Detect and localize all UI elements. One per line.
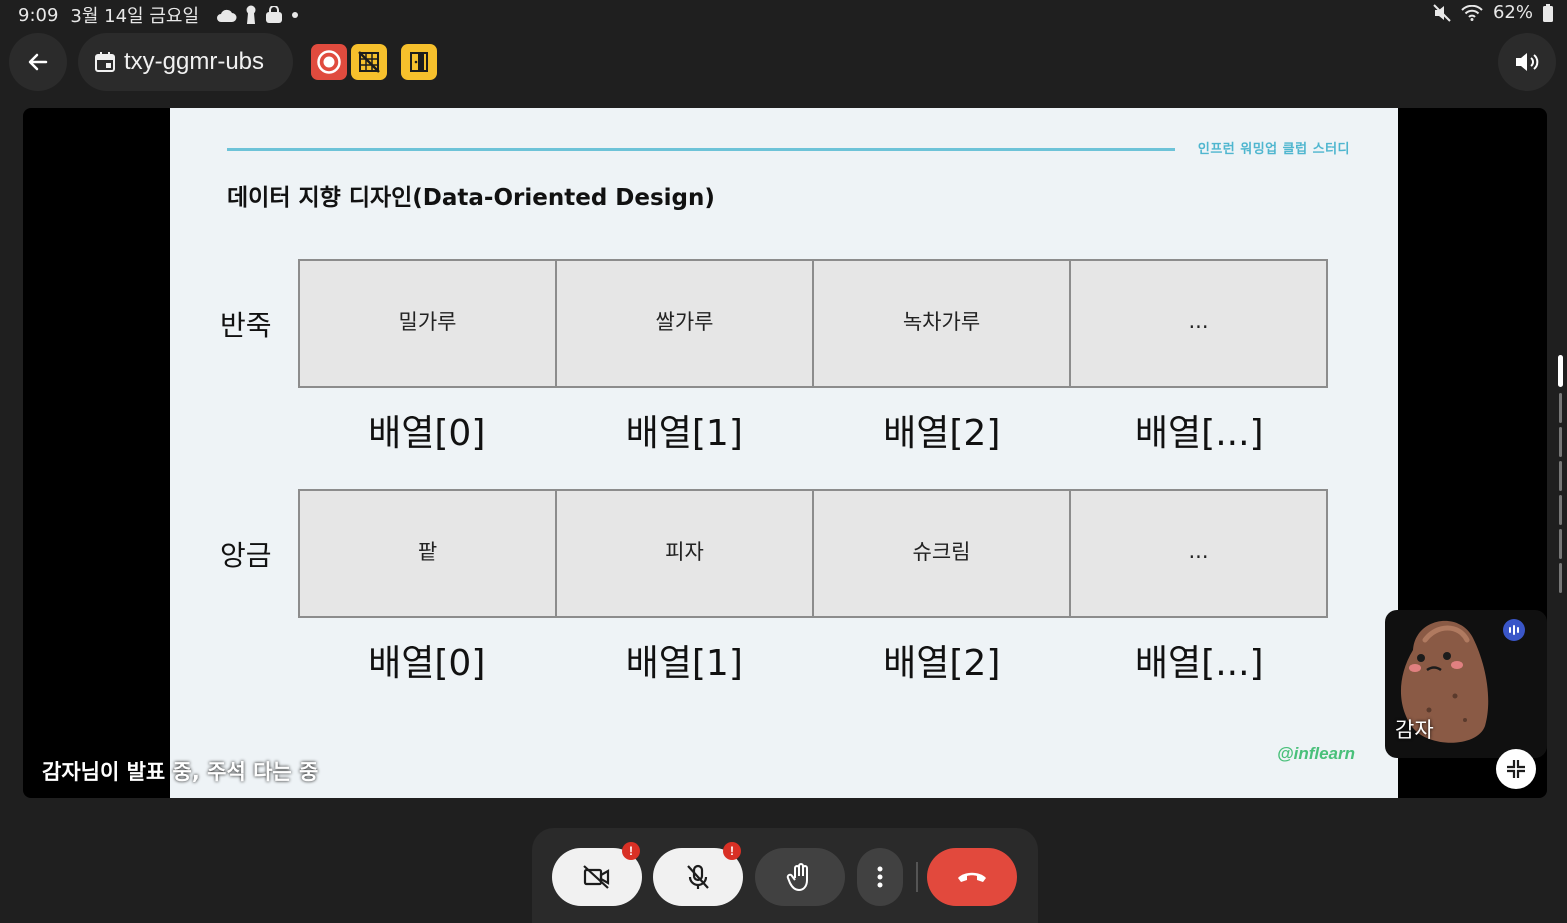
speaker-button[interactable] (1498, 33, 1556, 91)
slide-tag: 인프런 워밍업 클럽 스터디 (1197, 142, 1350, 157)
arrow-left-icon (28, 53, 48, 71)
audio-bar (1509, 627, 1511, 633)
hang-up-icon (958, 872, 986, 882)
array-index-label: 배열[0] (368, 643, 486, 684)
camera-off-icon (583, 865, 610, 889)
status-time: 9:09 (18, 4, 59, 26)
scrollbar-segment (1559, 495, 1562, 525)
bag-icon (266, 6, 283, 23)
volume-icon (1516, 53, 1539, 71)
meeting-code: txy-ggmr-ubs (124, 48, 265, 75)
array-index-label: 배열[2] (883, 413, 1001, 454)
meeting-info-button[interactable]: txy-ggmr-ubs (78, 33, 293, 91)
end-call-button[interactable] (927, 848, 1017, 906)
cloud-icon (217, 9, 237, 22)
mic-toggle-button[interactable]: ! (653, 842, 743, 906)
array-cell: 팥 (300, 491, 557, 616)
wifi-icon (1461, 4, 1483, 21)
array-index-label: 배열[1] (625, 643, 743, 684)
array-index-label: 배열[1] (625, 413, 743, 454)
array-index-label: 배열[...] (1134, 643, 1264, 684)
index-row-filling: 배열[0] 배열[1] 배열[2] 배열[...] (298, 634, 1328, 686)
audio-bar (1517, 627, 1519, 633)
breakout-badge[interactable] (401, 44, 437, 80)
scrollbar-segment (1559, 393, 1562, 423)
inflearn-logo: @inflearn (1277, 744, 1355, 763)
slide-title: 데이터 지향 디자인(Data-Oriented Design) (227, 185, 715, 211)
presentation-stage: 인프런 워밍업 클럽 스터디 데이터 지향 디자인(Data-Oriented … (23, 108, 1547, 798)
array-row-filling: 팥 피자 슈크림 ... (298, 489, 1328, 618)
scrollbar-segment (1559, 461, 1562, 491)
camera-alert-badge: ! (622, 842, 640, 860)
camera-toggle-button[interactable]: ! (552, 842, 642, 906)
collapse-self-view-button[interactable] (1496, 749, 1536, 789)
array-cell: ... (1188, 308, 1209, 333)
array-cell: 밀가루 (300, 261, 557, 386)
array-cell: 녹차가루 (814, 261, 1071, 386)
call-controls: ! ! (532, 828, 1038, 923)
array-cell: 쌀가루 (557, 261, 814, 386)
hand-icon (786, 863, 808, 891)
status-right: 62% (1433, 2, 1553, 23)
mic-alert-badge: ! (723, 842, 741, 860)
controls-divider (916, 862, 918, 892)
keyhole-icon (246, 5, 256, 24)
array-cell: 슈크림 (814, 491, 1071, 616)
status-left: 9:09 3월 14일 금요일 (18, 2, 299, 28)
shared-slide: 인프런 워밍업 클럽 스터디 데이터 지향 디자인(Data-Oriented … (170, 108, 1398, 798)
mic-off-icon (687, 864, 709, 889)
back-button[interactable] (9, 33, 67, 91)
raise-hand-button[interactable] (755, 848, 845, 906)
host-controls-badge[interactable] (351, 44, 387, 80)
index-row-dough: 배열[0] 배열[1] 배열[2] 배열[...] (298, 404, 1328, 456)
status-bar: 9:09 3월 14일 금요일 62% (0, 0, 1567, 28)
calendar-icon (95, 52, 115, 72)
scrollbar-thumb[interactable] (1558, 355, 1563, 387)
battery-percent: 62% (1492, 2, 1533, 23)
door-icon (410, 52, 428, 72)
array-cell: ... (1188, 538, 1209, 563)
meeting-badges (311, 44, 437, 80)
self-name: 감자 (1395, 718, 1434, 742)
scrollbar-segment (1559, 427, 1562, 457)
page-scrollbar[interactable] (1558, 355, 1563, 600)
audio-bar (1513, 625, 1515, 635)
slide-header-line (227, 148, 1175, 151)
array-row-dough: 밀가루 쌀가루 녹차가루 ... (298, 259, 1328, 388)
array-index-label: 배열[2] (883, 643, 1001, 684)
more-options-button[interactable] (857, 848, 903, 906)
battery-icon (1543, 3, 1553, 22)
dot-icon (292, 12, 299, 18)
row-label-dough: 반죽 (220, 309, 272, 342)
array-cell: 피자 (557, 491, 814, 616)
array-index-label: 배열[0] (368, 413, 486, 454)
row-label-filling: 앙금 (220, 539, 272, 572)
presenter-status: 감자님이 발표 중, 주석 다는 중 (42, 760, 319, 784)
more-vert-icon (877, 866, 883, 888)
no-wifi-grid-icon (358, 51, 380, 73)
array-index-label: 배열[...] (1134, 413, 1264, 454)
status-left-icons (215, 5, 299, 25)
collapse-arrows-icon (1507, 760, 1525, 778)
scrollbar-segment (1559, 529, 1562, 559)
recording-badge[interactable] (311, 44, 347, 80)
audio-level-indicator (1503, 619, 1525, 641)
mute-icon (1433, 3, 1451, 22)
status-date: 3월 14일 금요일 (70, 6, 200, 27)
record-icon (317, 50, 341, 74)
scrollbar-segment (1559, 563, 1562, 593)
